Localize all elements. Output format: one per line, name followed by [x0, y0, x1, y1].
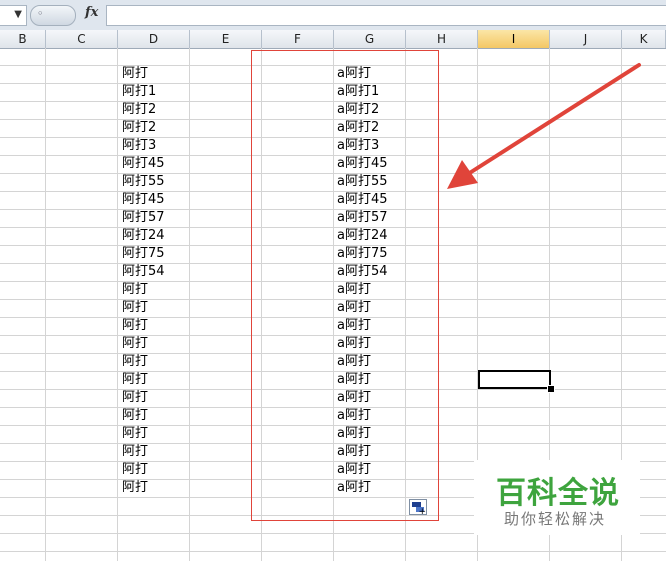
expand-icon: ◦ [37, 7, 44, 20]
cell-d[interactable]: 阿打57 [122, 209, 165, 227]
cell-d[interactable]: 阿打 [122, 425, 148, 443]
column-header-h[interactable]: H [406, 30, 478, 48]
column-header-k[interactable]: K [622, 30, 666, 48]
insert-function-button[interactable]: fx [85, 5, 98, 20]
column-header-b[interactable]: B [0, 30, 46, 48]
cell-d[interactable]: 阿打 [122, 335, 148, 353]
formula-input[interactable] [106, 5, 666, 26]
cell-d[interactable]: 阿打 [122, 299, 148, 317]
cell-d[interactable]: 阿打2 [122, 101, 156, 119]
column-header-c[interactable]: C [46, 30, 118, 48]
cell-d[interactable]: 阿打75 [122, 245, 165, 263]
cell-d[interactable]: 阿打 [122, 65, 148, 83]
cell-d[interactable]: 阿打 [122, 281, 148, 299]
column-header-d[interactable]: D [118, 30, 190, 48]
paste-options-icon[interactable]: + [409, 499, 427, 517]
cell-d[interactable]: 阿打 [122, 371, 148, 389]
name-box[interactable]: ▼ [0, 5, 27, 26]
highlight-box [251, 50, 439, 521]
chevron-down-icon[interactable]: ▼ [14, 9, 22, 20]
column-header-e[interactable]: E [190, 30, 262, 48]
column-header-row: BCDEFGHIJK [0, 30, 666, 49]
column-header-j[interactable]: J [550, 30, 622, 48]
column-header-f[interactable]: F [262, 30, 334, 48]
cell-d[interactable]: 阿打45 [122, 155, 165, 173]
column-header-i[interactable]: I [478, 30, 550, 48]
cell-d[interactable]: 阿打24 [122, 227, 165, 245]
cell-d[interactable]: 阿打 [122, 443, 148, 461]
cell-d[interactable]: 阿打55 [122, 173, 165, 191]
active-cell[interactable] [478, 370, 551, 389]
cell-d[interactable]: 阿打 [122, 461, 148, 479]
cell-d[interactable]: 阿打54 [122, 263, 165, 281]
annotation-arrow [447, 63, 641, 189]
cell-d[interactable]: 阿打2 [122, 119, 156, 137]
watermark-subtitle: 助你轻松解决 [504, 510, 607, 528]
column-header-g[interactable]: G [334, 30, 406, 48]
cell-d[interactable]: 阿打45 [122, 191, 165, 209]
formula-expand-toggle[interactable]: ◦ [30, 5, 76, 26]
cell-d[interactable]: 阿打3 [122, 137, 156, 155]
formula-buttons: ◦ fx [30, 5, 102, 26]
cell-d[interactable]: 阿打 [122, 353, 148, 371]
fill-handle[interactable] [547, 385, 555, 393]
cell-d[interactable]: 阿打 [122, 317, 148, 335]
cell-d[interactable]: 阿打 [122, 407, 148, 425]
watermark-title: 百科全说 [496, 476, 620, 511]
watermark-logo: 百科全说 助你轻松解决 [474, 460, 640, 535]
cell-d[interactable]: 阿打 [122, 389, 148, 407]
formula-bar: ▼ ◦ fx [0, 0, 666, 31]
cell-d[interactable]: 阿打1 [122, 83, 156, 101]
cell-d[interactable]: 阿打 [122, 479, 148, 497]
